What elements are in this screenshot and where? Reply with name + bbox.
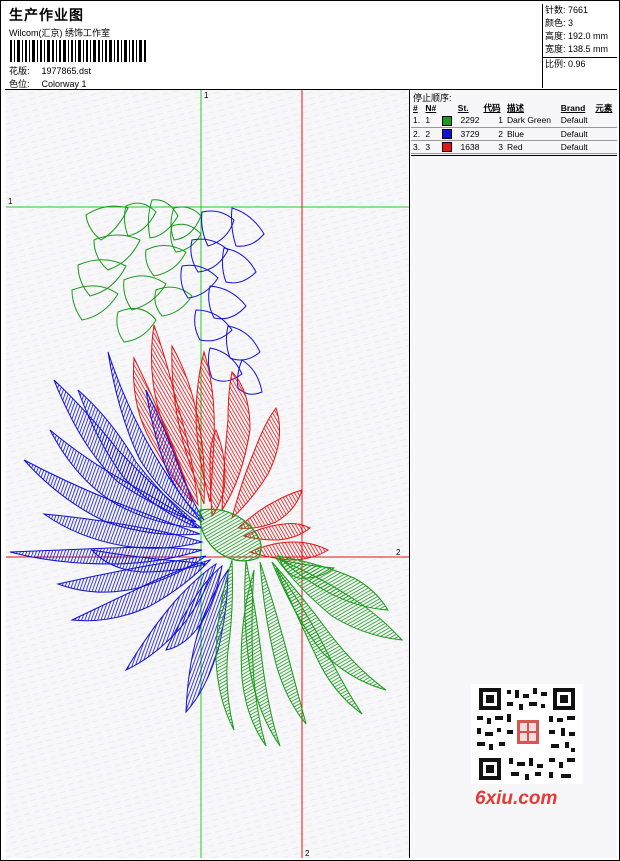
row-stitches: 3729 — [455, 127, 482, 141]
table-row[interactable]: 2. 2 3729 2 Blue Default — [411, 127, 617, 141]
stat-label: 比例: — [545, 59, 566, 69]
axis-label-green-top: 1 — [204, 91, 209, 100]
panel-divider — [411, 155, 617, 156]
stat-stitches: 针数: 7661 — [543, 4, 617, 17]
design-value: 1977865.dst — [41, 66, 92, 76]
row-element — [593, 140, 617, 154]
table-row[interactable]: 3. 3 1638 3 Red Default — [411, 140, 617, 154]
swatch-red — [442, 141, 453, 152]
axis-label-green-left: 1 — [8, 197, 13, 206]
embroidery-canvas: 1 1 2 2 — [6, 90, 409, 858]
col-swatch — [440, 102, 456, 114]
stat-value: 0.96 — [568, 59, 586, 69]
header: 生产作业图 Wilcom(汇京) 绣饰工作室 花版: 1977865.dst 色… — [6, 4, 542, 89]
col-description: 描述 — [507, 103, 525, 113]
stop-sequence-title: 停止顺序: — [413, 93, 452, 103]
row-n: 3 — [423, 140, 441, 154]
barcode — [10, 40, 146, 62]
row-index: 1. — [411, 114, 424, 128]
axis-label-red-bottom: 2 — [305, 849, 310, 858]
axis-label-red-right: 2 — [396, 548, 401, 557]
row-description: Red — [505, 140, 559, 154]
row-n: 2 — [423, 127, 441, 141]
row-code: 1 — [481, 114, 506, 128]
col-n: N# — [425, 103, 437, 113]
stat-width: 宽度: 138.5 mm — [543, 43, 617, 56]
stat-scale: 比例: 0.96 — [543, 57, 617, 70]
row-description: Blue — [505, 127, 559, 141]
watermark: 6xiu.com — [475, 788, 558, 809]
stat-value: 192.0 mm — [568, 31, 609, 41]
stat-height: 高度: 192.0 mm — [543, 30, 617, 43]
row-code: 2 — [481, 127, 506, 141]
col-element: 元素 — [595, 103, 613, 113]
stop-sequence-table: # N# St. 代码 描述 Brand 元素 1. 1 2292 1 Dark… — [411, 102, 617, 154]
stat-label: 颜色: — [545, 18, 566, 28]
design-label: 花版: — [9, 66, 30, 76]
stat-label: 针数: — [545, 5, 566, 15]
embroidery-preview: 1 1 2 2 — [6, 90, 410, 858]
color-swatch — [440, 140, 456, 154]
swatch-green — [442, 115, 453, 126]
col-stitches: St. — [457, 103, 469, 113]
colorway-value: Colorway 1 — [41, 79, 87, 89]
qr-code — [471, 684, 583, 784]
design-file: 花版: 1977865.dst — [9, 64, 91, 77]
stat-value: 3 — [568, 18, 574, 28]
row-brand: Default — [558, 114, 594, 128]
color-swatch — [440, 127, 456, 141]
table-row[interactable]: 1. 1 2292 1 Dark Green Default — [411, 114, 617, 128]
row-element — [593, 114, 617, 128]
stats-box: 针数: 7661 颜色: 3 高度: 192.0 mm 宽度: 138.5 mm… — [542, 4, 617, 88]
color-swatch — [440, 114, 456, 128]
stat-value: 7661 — [568, 5, 589, 15]
row-n: 1 — [423, 114, 441, 128]
row-code: 3 — [481, 140, 506, 154]
row-element — [593, 127, 617, 141]
studio-name: Wilcom(汇京) 绣饰工作室 — [9, 28, 110, 38]
col-brand: Brand — [560, 103, 586, 113]
production-sheet: 生产作业图 Wilcom(汇京) 绣饰工作室 花版: 1977865.dst 色… — [0, 0, 620, 861]
row-description: Dark Green — [505, 114, 559, 128]
row-stitches: 1638 — [455, 140, 482, 154]
table-header-row: # N# St. 代码 描述 Brand 元素 — [411, 102, 617, 114]
row-stitches: 2292 — [455, 114, 482, 128]
row-index: 3. — [411, 140, 424, 154]
row-brand: Default — [558, 140, 594, 154]
stat-label: 高度: — [545, 31, 566, 41]
stat-colors: 颜色: 3 — [543, 17, 617, 30]
page-title: 生产作业图 — [9, 7, 84, 23]
col-code: 代码 — [483, 103, 501, 113]
row-brand: Default — [558, 127, 594, 141]
swatch-blue — [442, 128, 453, 139]
stat-label: 宽度: — [545, 44, 566, 54]
row-index: 2. — [411, 127, 424, 141]
col-index: # — [413, 103, 418, 113]
stat-value: 138.5 mm — [568, 44, 609, 54]
